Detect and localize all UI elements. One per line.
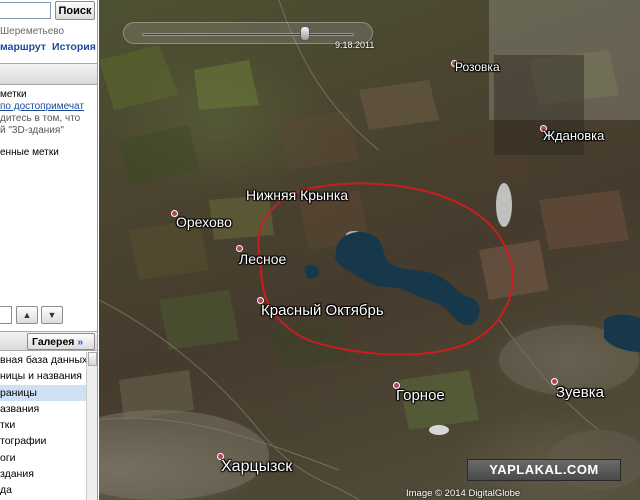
arrow-down-icon[interactable]: ▼: [41, 306, 63, 324]
search-links: маршрут История: [0, 41, 96, 53]
search-row: Поиск: [0, 0, 97, 24]
timeline-slider[interactable]: 9.18.2011: [123, 22, 374, 50]
map-imagery: [99, 0, 640, 500]
layer-item[interactable]: ницы и названия: [0, 368, 97, 384]
layer-item[interactable]: азвания: [0, 401, 97, 417]
timeline-track[interactable]: [142, 33, 354, 36]
places-panel-header[interactable]: [0, 63, 97, 85]
scrollbar-thumb[interactable]: [88, 352, 97, 366]
left-panel: Поиск Шереметьево маршрут История метки п…: [0, 0, 98, 500]
places-panel: метки по достопримечат дитесь в том, что…: [0, 86, 97, 296]
gallery-label: Галерея: [32, 335, 75, 348]
layers-panel-header: Галерея»: [0, 331, 97, 351]
layer-item[interactable]: раницы: [0, 384, 97, 401]
layer-item[interactable]: оги: [0, 450, 97, 466]
history-link[interactable]: История: [52, 41, 96, 53]
places-nav-field[interactable]: [0, 306, 12, 324]
place-label-gornoe[interactable]: Горное: [396, 387, 445, 404]
satellite-map[interactable]: 9.18.2011 Розовка Ждановка Нижняя Крынка…: [99, 0, 640, 500]
imagery-credit: Image © 2014 DigitalGlobe: [406, 488, 521, 499]
layer-item[interactable]: здания: [0, 466, 97, 482]
search-button[interactable]: Поиск: [55, 1, 95, 20]
place-label-krasny-oktyabr[interactable]: Красный Октябрь: [261, 302, 384, 319]
place-label-rozovka[interactable]: Розовка: [455, 60, 500, 74]
places-link[interactable]: по достопримечат: [0, 101, 84, 113]
layer-item[interactable]: вная база данных: [0, 352, 97, 368]
route-link[interactable]: маршрут: [0, 41, 46, 53]
layers-scrollbar[interactable]: [86, 352, 97, 500]
double-chevron-icon: »: [77, 335, 83, 348]
place-label-zhdanovka[interactable]: Ждановка: [543, 128, 604, 143]
timeline-handle[interactable]: [300, 26, 311, 41]
layer-item[interactable]: тки: [0, 417, 97, 433]
places-nav: ▲ ▼: [0, 304, 97, 326]
places-note: й "3D-здания": [0, 125, 64, 136]
arrow-up-icon[interactable]: ▲: [16, 306, 38, 324]
place-label-orekhovo[interactable]: Орехово: [176, 214, 232, 230]
search-hint: Шереметьево: [0, 26, 65, 37]
layer-item[interactable]: тографии: [0, 433, 97, 449]
places-item[interactable]: енные метки: [0, 147, 59, 159]
places-note: дитесь в том, что: [0, 113, 81, 124]
timeline-date: 9.18.2011: [335, 40, 375, 50]
layers-list: вная база данных ницы и названия раницы азв…: [0, 352, 97, 499]
layer-item[interactable]: да: [0, 482, 97, 498]
place-label-lesnoe[interactable]: Лесное: [239, 251, 286, 267]
gallery-button[interactable]: Галерея»: [27, 333, 95, 350]
place-label-khartsyzsk[interactable]: Харцызск: [221, 458, 292, 476]
place-label-zuevka[interactable]: Зуевка: [556, 384, 604, 401]
watermark-logo: YAPLAKAL.COM: [467, 459, 621, 481]
search-input[interactable]: [0, 2, 51, 19]
place-label-nizhnyaya-krynka[interactable]: Нижняя Крынка: [246, 187, 348, 203]
places-item[interactable]: метки: [0, 89, 27, 101]
